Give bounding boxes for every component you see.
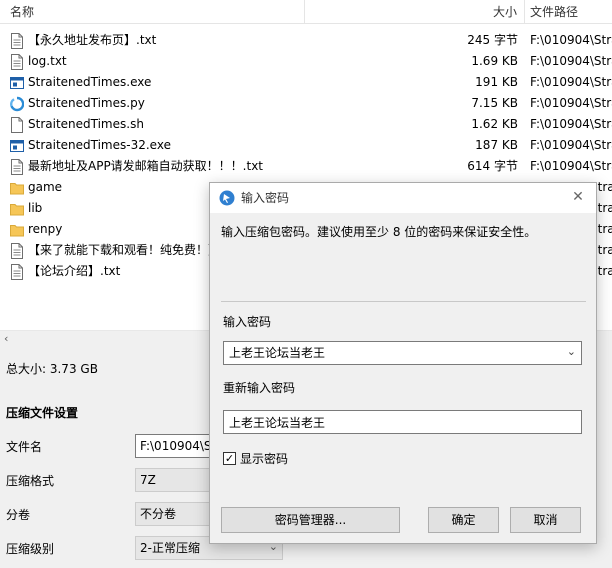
file-row[interactable]: 最新地址及APP请发邮箱自动获取！！！.txt 614 字节 F:\010904\S… bbox=[0, 156, 612, 177]
file-path: F:\010904\Stra bbox=[530, 117, 612, 131]
ok-button[interactable]: 确定 bbox=[428, 507, 499, 533]
cancel-button[interactable]: 取消 bbox=[510, 507, 581, 533]
text-file-icon bbox=[10, 33, 24, 49]
password-manager-button[interactable]: 密码管理器... bbox=[221, 507, 400, 533]
file-row[interactable]: 【永久地址发布页】.txt 245 字节 F:\010904\Stra bbox=[0, 30, 612, 51]
python-file-icon bbox=[10, 96, 25, 112]
password-combo[interactable]: 上老王论坛当老王 ⌄ bbox=[223, 341, 582, 365]
dialog-divider bbox=[221, 301, 586, 302]
text-file-icon bbox=[10, 243, 24, 259]
file-path: F:\010904\Stra bbox=[530, 138, 612, 152]
dialog-hint: 输入压缩包密码。建议使用至少 8 位的密码来保证安全性。 bbox=[221, 225, 537, 239]
split-select[interactable]: 不分卷 bbox=[135, 502, 215, 526]
exe-file-icon bbox=[10, 138, 24, 154]
column-header-bar: 名称 大小 文件路径 bbox=[0, 0, 612, 24]
file-size: 1.62 KB bbox=[471, 117, 518, 131]
dialog-titlebar[interactable]: 输入密码 ✕ bbox=[210, 183, 596, 213]
file-row[interactable]: StraitenedTimes.sh 1.62 KB F:\010904\Stra bbox=[0, 114, 612, 135]
file-path: F:\010904\Stra bbox=[530, 96, 612, 110]
close-icon[interactable]: ✕ bbox=[570, 189, 586, 205]
file-path: F:\010904\Stra bbox=[530, 33, 612, 47]
column-header-size[interactable]: 大小 bbox=[493, 5, 517, 19]
file-name: log.txt bbox=[28, 54, 67, 68]
level-label: 压缩级别 bbox=[6, 542, 55, 556]
column-header-name[interactable]: 名称 bbox=[10, 5, 34, 19]
format-select[interactable]: 7Z bbox=[135, 468, 215, 492]
checkmark-icon[interactable]: ✓ bbox=[223, 452, 236, 465]
file-name: renpy bbox=[28, 222, 63, 236]
filename-label: 文件名 bbox=[6, 440, 43, 454]
file-size: 1.69 KB bbox=[471, 54, 518, 68]
format-label: 压缩格式 bbox=[6, 474, 55, 488]
file-row[interactable]: StraitenedTimes-32.exe 187 KB F:\010904\St… bbox=[0, 135, 612, 156]
password-value: 上老王论坛当老王 bbox=[229, 346, 326, 360]
column-separator bbox=[524, 0, 525, 24]
file-name: StraitenedTimes.sh bbox=[28, 117, 144, 131]
column-separator bbox=[304, 0, 305, 24]
level-value: 2-正常压缩 bbox=[140, 541, 200, 555]
file-size: 245 字节 bbox=[467, 33, 518, 47]
file-name: StraitenedTimes.py bbox=[28, 96, 145, 110]
text-file-icon bbox=[10, 264, 24, 280]
bandizip-app-icon bbox=[219, 190, 235, 206]
file-name: game bbox=[28, 180, 63, 194]
file-name: lib bbox=[28, 201, 43, 215]
folder-icon bbox=[10, 201, 24, 217]
folder-icon bbox=[10, 222, 24, 238]
file-path: F:\010904\Stra bbox=[530, 75, 612, 89]
generic-file-icon bbox=[10, 117, 24, 133]
file-size: 614 字节 bbox=[467, 159, 518, 173]
file-row[interactable]: log.txt 1.69 KB F:\010904\Stra bbox=[0, 51, 612, 72]
chevron-down-icon[interactable]: ⌄ bbox=[567, 345, 576, 359]
file-name: StraitenedTimes-32.exe bbox=[28, 138, 171, 152]
file-name: 【论坛介绍】.txt bbox=[28, 264, 121, 278]
show-password-label: 显示密码 bbox=[240, 452, 289, 466]
exe-file-icon bbox=[10, 75, 24, 91]
format-value: 7Z bbox=[140, 473, 156, 487]
folder-icon bbox=[10, 180, 24, 196]
filename-field[interactable]: F:\010904\St bbox=[135, 434, 215, 458]
file-path: F:\010904\Stra bbox=[530, 54, 612, 68]
file-row[interactable]: StraitenedTimes.py 7.15 KB F:\010904\Stra bbox=[0, 93, 612, 114]
file-name: StraitenedTimes.exe bbox=[28, 75, 152, 89]
file-size: 7.15 KB bbox=[471, 96, 518, 110]
file-row[interactable]: StraitenedTimes.exe 191 KB F:\010904\Stra bbox=[0, 72, 612, 93]
file-name: 【来了就能下载和观看！纯免费！】 bbox=[28, 243, 221, 257]
scroll-left-icon[interactable]: ‹ bbox=[4, 332, 8, 345]
split-label: 分卷 bbox=[6, 508, 31, 522]
settings-heading: 压缩文件设置 bbox=[6, 406, 79, 420]
text-file-icon bbox=[10, 54, 24, 70]
file-path: F:\010904\Stra bbox=[530, 159, 612, 173]
reenter-password-label: 重新输入密码 bbox=[223, 381, 296, 395]
file-name: 【永久地址发布页】.txt bbox=[28, 33, 157, 47]
dialog-title: 输入密码 bbox=[241, 191, 290, 205]
column-header-path[interactable]: 文件路径 bbox=[530, 5, 578, 19]
file-size: 187 KB bbox=[475, 138, 518, 152]
text-file-icon bbox=[10, 159, 24, 175]
reenter-password-input[interactable] bbox=[223, 410, 582, 434]
password-dialog: 输入密码 ✕ 输入压缩包密码。建议使用至少 8 位的密码来保证安全性。 输入密码… bbox=[209, 182, 597, 544]
total-size-text: 总大小: 3.73 GB bbox=[6, 362, 98, 376]
file-name: 最新地址及APP请发邮箱自动获取！！！.txt bbox=[28, 159, 264, 173]
password-label: 输入密码 bbox=[223, 315, 272, 329]
split-value: 不分卷 bbox=[140, 507, 177, 521]
file-size: 191 KB bbox=[475, 75, 518, 89]
